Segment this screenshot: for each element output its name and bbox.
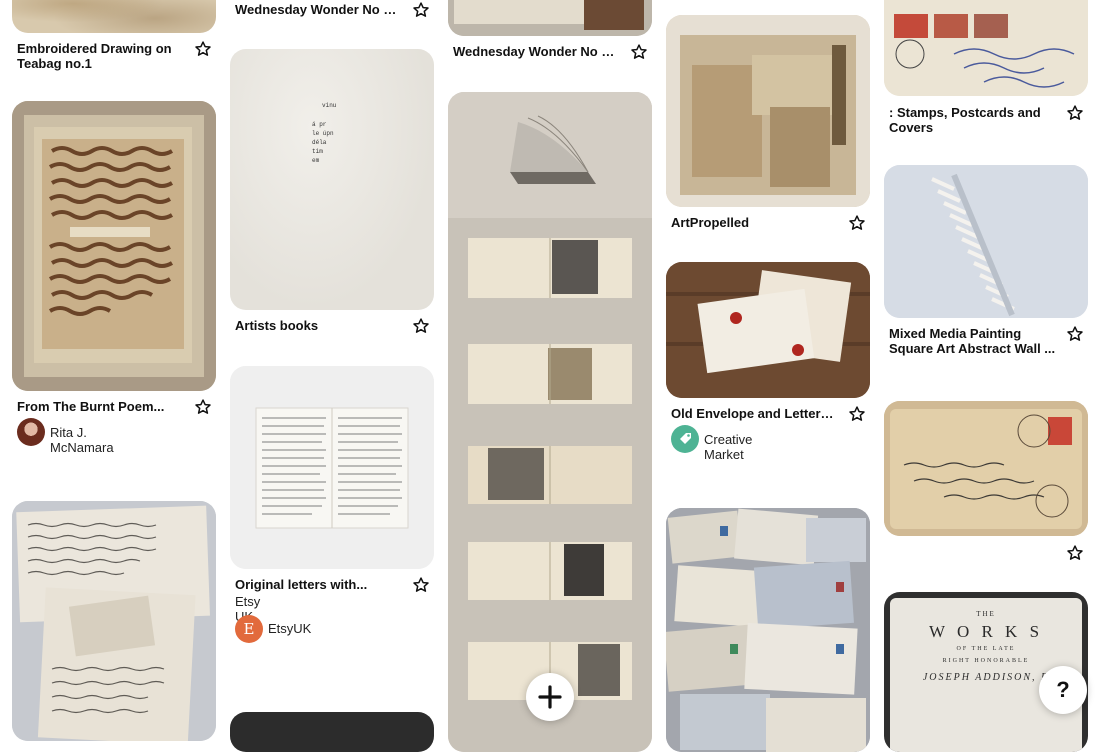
save-star-icon[interactable]	[194, 40, 212, 58]
pin-image[interactable]	[12, 101, 216, 391]
help-button[interactable]: ?	[1039, 666, 1087, 714]
pin-image[interactable]	[12, 501, 216, 741]
pin-title[interactable]: Artists books	[235, 318, 401, 333]
pin-title[interactable]: Embroidered Drawing on Teabag no.1	[17, 41, 182, 71]
pin-image[interactable]	[448, 0, 652, 36]
pin-title[interactable]: Wednesday Wonder No 6....	[235, 2, 401, 17]
pin-image[interactable]	[230, 366, 434, 569]
creator-name[interactable]: EtsyUK	[268, 621, 311, 636]
creator-avatar[interactable]	[671, 425, 699, 453]
save-star-icon[interactable]	[630, 43, 648, 61]
save-star-icon[interactable]	[412, 576, 430, 594]
pin-title[interactable]: Old Envelope and Letter o...	[671, 406, 837, 421]
save-star-icon[interactable]	[1066, 325, 1084, 343]
pin-image[interactable]	[666, 15, 870, 207]
pin-title[interactable]: From The Burnt Poem...	[17, 399, 182, 414]
pin-image[interactable]	[884, 165, 1088, 318]
save-star-icon[interactable]	[1066, 544, 1084, 562]
artist-book-text: vinu á pr le úpn déla tim em	[312, 102, 337, 164]
pin-image[interactable]: vinu á pr le úpn déla tim em	[230, 49, 434, 310]
pin-title[interactable]: : Stamps, Postcards and Covers	[889, 105, 1054, 135]
pin-image[interactable]	[448, 92, 652, 752]
plus-icon	[538, 685, 562, 709]
create-pin-button[interactable]	[526, 673, 574, 721]
tag-icon	[680, 433, 691, 444]
creator-name[interactable]: Rita J. McNamara	[50, 425, 114, 455]
save-star-icon[interactable]	[848, 214, 866, 232]
save-star-icon[interactable]	[848, 405, 866, 423]
creator-avatar[interactable]	[17, 418, 45, 446]
pin-image[interactable]	[884, 401, 1088, 536]
save-star-icon[interactable]	[194, 398, 212, 416]
pin-image[interactable]	[666, 508, 870, 752]
pin-image[interactable]	[666, 262, 870, 398]
creator-avatar[interactable]: E	[235, 615, 263, 643]
creator-name[interactable]: Creative Market	[704, 432, 752, 462]
save-star-icon[interactable]	[1066, 104, 1084, 122]
help-question-icon: ?	[1056, 677, 1070, 702]
save-star-icon[interactable]	[412, 317, 430, 335]
pin-image[interactable]	[884, 0, 1088, 96]
pin-title[interactable]: Mixed Media Painting Square Art Abstract…	[889, 326, 1059, 356]
pin-image[interactable]	[230, 712, 434, 752]
pin-title[interactable]: ArtPropelled	[671, 215, 837, 230]
pin-title[interactable]: Original letters with...	[235, 577, 401, 592]
pin-title[interactable]: Wednesday Wonder No 6....	[453, 44, 619, 59]
save-star-icon[interactable]	[412, 1, 430, 19]
pin-image[interactable]	[12, 0, 216, 33]
